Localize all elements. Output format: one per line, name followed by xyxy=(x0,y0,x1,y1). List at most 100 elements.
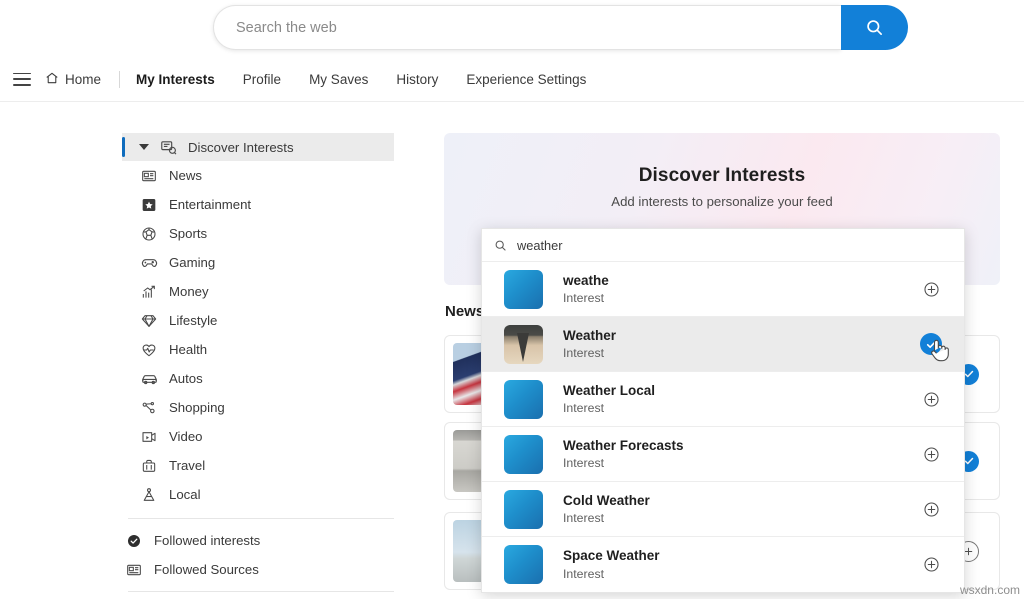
nav-item-profile-label: Profile xyxy=(242,71,282,87)
interest-thumbnail xyxy=(504,379,543,419)
interest-result-text: Space Weather Interest xyxy=(563,546,660,583)
interest-thumbnail xyxy=(504,489,543,529)
sports-ball-icon xyxy=(140,225,158,243)
top-search-bar xyxy=(0,0,1024,57)
interest-result-text: Weather Local Interest xyxy=(563,381,655,418)
selected-accent-bar xyxy=(122,137,125,157)
nav-item-home[interactable]: Home xyxy=(45,71,101,88)
sidebar-item-video-label: Video xyxy=(169,429,203,444)
sidebar-item-gaming-label: Gaming xyxy=(169,255,216,270)
suitcase-icon xyxy=(140,457,158,475)
gamepad-icon xyxy=(140,254,158,272)
nav-item-profile[interactable]: Profile xyxy=(243,72,281,87)
chart-up-icon xyxy=(140,283,158,301)
search-icon xyxy=(494,239,507,252)
sidebar-item-news[interactable]: News xyxy=(122,161,394,190)
interest-result-text: weathe Interest xyxy=(563,271,609,308)
sidebar-item-shopping[interactable]: Shopping xyxy=(122,393,394,422)
sidebar-item-health[interactable]: Health xyxy=(122,335,394,364)
interest-title: Space Weather xyxy=(563,548,660,564)
sidebar-item-travel-label: Travel xyxy=(169,458,206,473)
sidebar-item-travel[interactable]: Travel xyxy=(122,451,394,480)
sidebar-item-lifestyle[interactable]: Lifestyle xyxy=(122,306,394,335)
car-icon xyxy=(140,370,158,388)
add-interest-button[interactable] xyxy=(920,498,942,520)
sidebar-item-autos-label: Autos xyxy=(169,371,203,386)
add-interest-button[interactable] xyxy=(920,443,942,465)
interest-subtitle: Interest xyxy=(563,346,605,361)
search-icon xyxy=(865,18,884,37)
sidebar-item-entertainment-label: Entertainment xyxy=(169,197,252,212)
nav-item-experience-settings-label: Experience Settings xyxy=(466,71,587,87)
search-input-wrapper[interactable] xyxy=(213,5,841,50)
interest-result-text: Weather Forecasts Interest xyxy=(563,436,684,473)
sidebar-item-followed-sources-label: Followed Sources xyxy=(154,562,259,577)
sidebar-item-sports-label: Sports xyxy=(169,226,208,241)
diamond-icon xyxy=(140,312,158,330)
interest-result-row[interactable]: Space Weather Interest xyxy=(482,537,964,592)
interest-result-row[interactable]: Weather Local Interest xyxy=(482,372,964,427)
newspaper-icon xyxy=(125,561,143,579)
check-circle-icon xyxy=(125,532,143,550)
interest-title: Weather Local xyxy=(563,382,656,398)
sidebar-item-news-label: News xyxy=(169,168,202,183)
hamburger-icon[interactable] xyxy=(13,72,31,86)
nav-item-my-interests-label: My Interests xyxy=(136,71,215,87)
nav-item-history[interactable]: History xyxy=(396,72,438,87)
heart-pulse-icon xyxy=(140,341,158,359)
interest-thumbnail xyxy=(504,434,543,474)
interest-result-row[interactable]: Cold Weather Interest xyxy=(482,482,964,537)
interest-thumbnail xyxy=(504,545,543,584)
nav-item-my-interests[interactable]: My Interests xyxy=(136,72,215,87)
interest-search-input[interactable] xyxy=(517,237,940,253)
interest-subtitle: Interest xyxy=(563,401,605,416)
sidebar-item-entertainment[interactable]: Entertainment xyxy=(122,190,394,219)
news-icon xyxy=(140,167,158,185)
location-pin-icon xyxy=(140,486,158,504)
watermark: wsxdn.com xyxy=(959,583,1020,597)
tag-icon xyxy=(140,399,158,417)
sidebar-item-lifestyle-label: Lifestyle xyxy=(169,313,218,328)
nav-item-experience-settings[interactable]: Experience Settings xyxy=(466,72,586,87)
interest-result-row[interactable]: Weather Forecasts Interest xyxy=(482,427,964,482)
sidebar-item-money[interactable]: Money xyxy=(122,277,394,306)
sidebar-item-followed-sources[interactable]: Followed Sources xyxy=(122,555,394,584)
search-submit-button[interactable] xyxy=(841,5,908,50)
sidebar-header-label: Discover Interests xyxy=(188,139,294,155)
main-navigation: Home My Interests Profile My Saves Histo… xyxy=(0,57,1024,102)
add-interest-button[interactable] xyxy=(920,278,942,300)
interest-subtitle: Interest xyxy=(563,566,605,581)
star-icon xyxy=(140,196,158,214)
nav-item-history-label: History xyxy=(396,71,439,87)
interest-subtitle: Interest xyxy=(563,511,605,526)
sidebar-item-video[interactable]: Video xyxy=(122,422,394,451)
sidebar-header-discover-interests[interactable]: Discover Interests xyxy=(122,133,394,161)
sidebar-item-autos[interactable]: Autos xyxy=(122,364,394,393)
discover-icon xyxy=(159,138,177,156)
add-interest-button[interactable] xyxy=(920,388,942,410)
home-icon xyxy=(45,71,59,88)
sidebar-item-gaming[interactable]: Gaming xyxy=(122,248,394,277)
chevron-down-icon[interactable] xyxy=(139,144,149,150)
sidebar-item-shopping-label: Shopping xyxy=(169,400,225,415)
interest-thumbnail xyxy=(504,269,543,309)
added-interest-button[interactable] xyxy=(920,333,942,355)
web-search-input[interactable] xyxy=(236,19,841,36)
sidebar-item-followed-interests[interactable]: Followed interests xyxy=(122,526,394,555)
nav-item-my-saves-label: My Saves xyxy=(309,71,369,87)
nav-divider xyxy=(119,70,121,88)
add-interest-button[interactable] xyxy=(920,554,942,576)
sidebar-item-sports[interactable]: Sports xyxy=(122,219,394,248)
interest-result-text: Weather Interest xyxy=(563,326,616,363)
sidebar-divider xyxy=(128,518,394,519)
sidebar-item-local[interactable]: Local xyxy=(122,480,394,509)
interest-result-row[interactable]: Weather Interest xyxy=(482,317,964,372)
interest-search-row[interactable] xyxy=(482,229,964,262)
nav-item-my-saves[interactable]: My Saves xyxy=(309,72,368,87)
interest-result-text: Cold Weather Interest xyxy=(563,491,650,528)
interest-subtitle: Interest xyxy=(563,291,605,306)
interest-thumbnail xyxy=(504,324,543,364)
interest-result-row[interactable]: weathe Interest xyxy=(482,262,964,317)
page-title: Discover Interests xyxy=(638,165,806,186)
page-subtitle: Add interests to personalize your feed xyxy=(611,194,833,209)
